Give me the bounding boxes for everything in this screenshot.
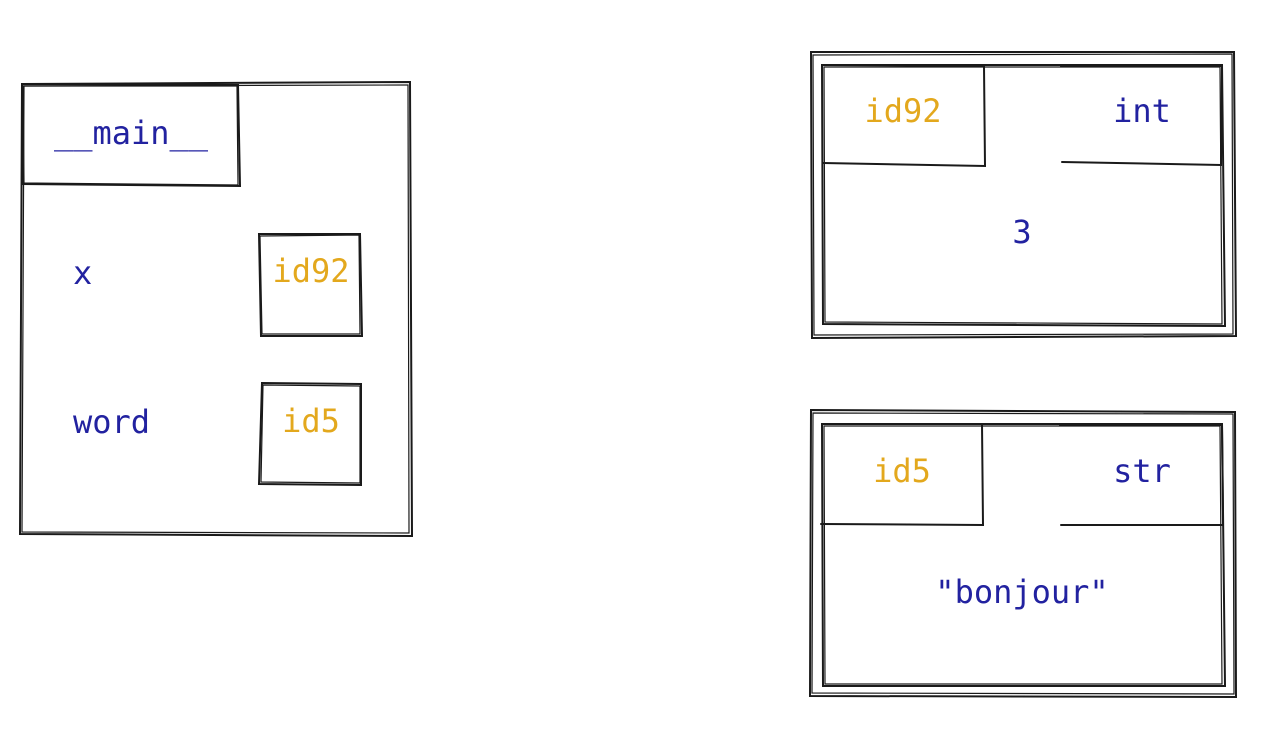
frame-title: __main__ (53, 114, 209, 152)
var-name-x: x (73, 254, 93, 292)
var-name-word: word (73, 403, 151, 441)
object-str-value: "bonjour" (935, 573, 1109, 611)
object-int-type: int (1113, 92, 1171, 130)
object-int-id: id92 (864, 92, 942, 130)
var-id-x: id92 (272, 252, 350, 290)
object-str-id: id5 (873, 452, 931, 490)
var-id-word: id5 (282, 402, 340, 440)
object-str-type: str (1113, 452, 1171, 490)
diagram-canvas (18, 51, 1238, 699)
object-int-value: 3 (1012, 213, 1032, 251)
